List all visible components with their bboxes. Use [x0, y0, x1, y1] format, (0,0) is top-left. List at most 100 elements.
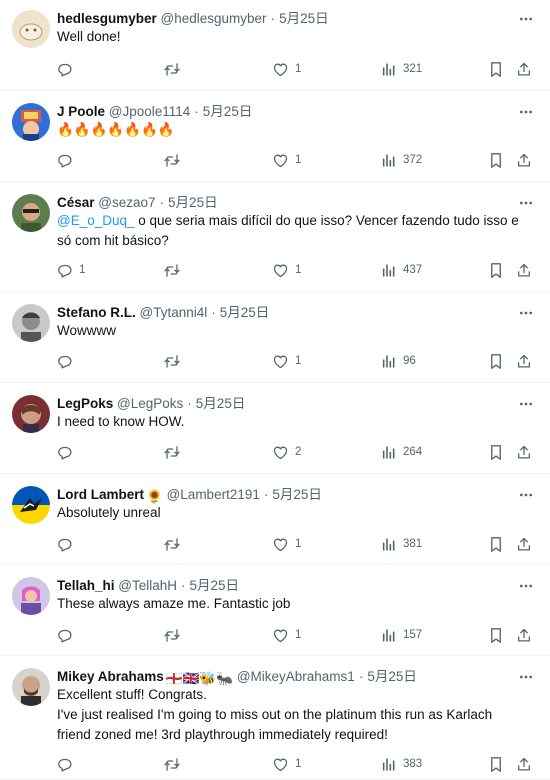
reply-button[interactable] [56, 442, 73, 462]
author-name[interactable]: hedlesgumyber [57, 11, 157, 26]
tweet-date[interactable]: 5月25日 [367, 669, 417, 684]
author-handle[interactable]: @sezao7 [98, 195, 155, 210]
author-name[interactable]: Stefano R.L. [57, 305, 136, 320]
views-button[interactable]: 372 [381, 150, 422, 170]
author-name[interactable]: J Poole [57, 104, 105, 119]
like-button[interactable]: 1 [272, 150, 301, 170]
reply-button[interactable] [56, 625, 73, 645]
tweet[interactable]: César @sezao7 · 5月25日 @E_o_Duq_ o que seria… [0, 182, 550, 292]
tweet[interactable]: Mikey Abrahams 🏴󠁧󠁢󠁥󠁮󠁧󠁿🇬🇧🐝🐜 @MikeyAbrahams… [0, 656, 550, 780]
bookmark-button[interactable] [489, 260, 503, 280]
author-handle[interactable]: @LegPoks [117, 396, 183, 411]
author-handle[interactable]: @Tytanni4l [140, 305, 208, 320]
tweet-date[interactable]: 5月25日 [203, 104, 253, 119]
more-icon[interactable] [518, 12, 534, 26]
tweet[interactable]: hedlesgumyber @hedlesgumyber · 5月25日 Well d… [0, 0, 550, 91]
author-name[interactable]: LegPoks [57, 396, 113, 411]
share-button[interactable] [516, 625, 532, 645]
reply-button[interactable] [56, 59, 73, 79]
bookmark-button[interactable] [489, 534, 503, 554]
share-button[interactable] [516, 59, 532, 79]
avatar[interactable] [12, 486, 50, 524]
views-button[interactable]: 96 [381, 351, 416, 371]
reply-button[interactable]: 1 [56, 260, 85, 280]
views-button[interactable]: 157 [381, 625, 422, 645]
share-button[interactable] [516, 351, 532, 371]
bookmark-button[interactable] [489, 625, 503, 645]
avatar[interactable] [12, 668, 50, 706]
tweet-date[interactable]: 5月25日 [220, 305, 270, 320]
share-button[interactable] [516, 534, 532, 554]
like-button[interactable]: 1 [272, 625, 301, 645]
views-button[interactable]: 437 [381, 260, 422, 280]
author-handle[interactable]: @Jpoole1114 [109, 104, 191, 119]
author-handle[interactable]: @MikeyAbrahams1 [237, 669, 355, 684]
views-button[interactable]: 381 [381, 534, 422, 554]
tweet[interactable]: Tellah_hi @TellahH · 5月25日 These always ama… [0, 565, 550, 656]
separator-dot: · [358, 669, 364, 684]
share-button[interactable] [516, 442, 532, 462]
share-button[interactable] [516, 754, 532, 774]
avatar[interactable] [12, 103, 50, 141]
more-icon[interactable] [518, 196, 534, 210]
like-button[interactable]: 1 [272, 59, 301, 79]
retweet-button[interactable] [163, 534, 181, 554]
author-handle[interactable]: @TellahH [118, 578, 177, 593]
bookmark-button[interactable] [489, 351, 503, 371]
avatar[interactable] [12, 10, 50, 48]
views-button[interactable]: 321 [381, 59, 422, 79]
like-button[interactable]: 1 [272, 534, 301, 554]
views-button[interactable]: 264 [381, 442, 422, 462]
bookmark-button[interactable] [489, 59, 503, 79]
retweet-button[interactable] [163, 754, 181, 774]
retweet-button[interactable] [163, 260, 181, 280]
reply-button[interactable] [56, 150, 73, 170]
retweet-button[interactable] [163, 351, 181, 371]
author-name[interactable]: Tellah_hi [57, 578, 115, 593]
bookmark-button[interactable] [489, 442, 503, 462]
tweet-date[interactable]: 5月25日 [168, 195, 218, 210]
retweet-button[interactable] [163, 442, 181, 462]
like-button[interactable]: 1 [272, 754, 301, 774]
reply-button[interactable] [56, 534, 73, 554]
heart-icon [272, 444, 289, 461]
author-name[interactable]: Lord Lambert [57, 487, 144, 502]
retweet-button[interactable] [163, 59, 181, 79]
share-icon [516, 536, 532, 553]
like-button[interactable]: 1 [272, 260, 301, 280]
more-icon[interactable] [518, 488, 534, 502]
more-icon[interactable] [518, 306, 534, 320]
share-button[interactable] [516, 150, 532, 170]
more-icon[interactable] [518, 670, 534, 684]
tweet[interactable]: J Poole @Jpoole1114 · 5月25日 🔥🔥🔥🔥🔥🔥🔥 1 372 [0, 91, 550, 182]
tweet-date[interactable]: 5月25日 [190, 578, 240, 593]
share-button[interactable] [516, 260, 532, 280]
more-icon[interactable] [518, 397, 534, 411]
avatar[interactable] [12, 577, 50, 615]
reply-button[interactable] [56, 754, 73, 774]
author-name[interactable]: César [57, 195, 95, 210]
views-button[interactable]: 383 [381, 754, 422, 774]
bookmark-button[interactable] [489, 150, 503, 170]
tweet-date[interactable]: 5月25日 [279, 11, 329, 26]
avatar[interactable] [12, 194, 50, 232]
author-handle[interactable]: @hedlesgumyber [161, 11, 267, 26]
avatar[interactable] [12, 304, 50, 342]
author-handle[interactable]: @Lambert2191 [167, 487, 260, 502]
like-button[interactable]: 2 [272, 442, 301, 462]
tweet-date[interactable]: 5月25日 [272, 487, 322, 502]
mention-link[interactable]: @E_o_Duq_ [57, 213, 135, 228]
more-icon[interactable] [518, 105, 534, 119]
more-icon[interactable] [518, 579, 534, 593]
tweet-date[interactable]: 5月25日 [196, 396, 246, 411]
avatar[interactable] [12, 395, 50, 433]
like-button[interactable]: 1 [272, 351, 301, 371]
reply-button[interactable] [56, 351, 73, 371]
tweet[interactable]: Lord Lambert 🌻 @Lambert2191 · 5月25日 Absolute… [0, 474, 550, 565]
author-name[interactable]: Mikey Abrahams [57, 669, 164, 684]
bookmark-button[interactable] [489, 754, 503, 774]
tweet[interactable]: LegPoks @LegPoks · 5月25日 I need to know HOW… [0, 383, 550, 474]
tweet[interactable]: Stefano R.L. @Tytanni4l · 5月25日 Wowwww 1 96 [0, 292, 550, 383]
retweet-button[interactable] [163, 150, 181, 170]
retweet-button[interactable] [163, 625, 181, 645]
